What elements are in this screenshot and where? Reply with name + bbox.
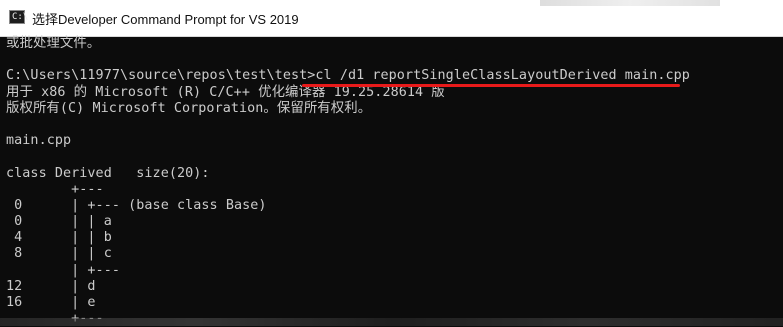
console-icon-glyph: C:\ (12, 12, 29, 22)
console-line: 0 | +--- (base class Base) (6, 197, 267, 213)
console-line: 12 | d (6, 278, 96, 294)
console-line: class Derived size(20): (6, 165, 210, 181)
window-title: 选择Developer Command Prompt for VS 2019 (32, 12, 299, 27)
red-highlight-underline (302, 84, 680, 87)
background-window-edge (540, 0, 720, 6)
console-line: 16 | e (6, 295, 96, 310)
console-line: main.cpp (6, 133, 72, 149)
console-line: 版权所有(C) Microsoft Corporation。保留所有权利。 (6, 100, 372, 116)
console-line: 0 | | a (6, 214, 112, 230)
console-line: | +--- (6, 262, 120, 278)
console-line: 4 | | b (6, 230, 112, 246)
console-line: 或批处理文件。 (6, 36, 101, 51)
console-icon: C:\ (9, 10, 29, 24)
title-bar[interactable]: C:\ 选择Developer Command Prompt for VS 20… (0, 0, 783, 37)
command-line: C:\Users\11977\source\repos\test\test>cl… (6, 68, 690, 84)
console-output[interactable]: 或批处理文件。 C:\Users\11977\source\repos\test… (0, 36, 783, 326)
console-line: 8 | | c (6, 246, 112, 262)
console-line: +--- (6, 181, 104, 197)
truncated-bottom-line (0, 318, 783, 326)
